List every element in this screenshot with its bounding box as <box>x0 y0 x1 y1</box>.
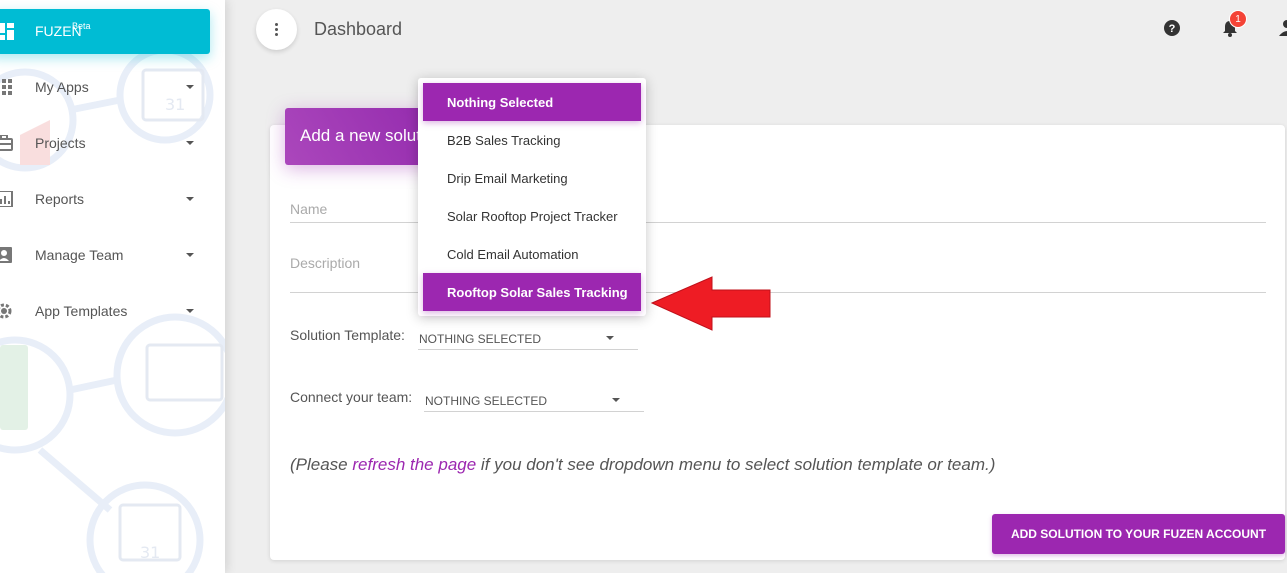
add-solution-button[interactable]: ADD SOLUTION TO YOUR FUZEN ACCOUNT <box>992 514 1285 554</box>
chevron-down-icon <box>186 253 194 257</box>
sidebar-item-label: Projects <box>35 135 86 151</box>
connect-team-label: Connect your team: <box>290 389 413 405</box>
sidebar-item-app-templates[interactable]: App Templates <box>0 291 210 331</box>
chevron-down-icon <box>186 309 194 313</box>
sidebar-item-reports[interactable]: Reports <box>0 179 210 219</box>
sidebar-toggle-button[interactable] <box>256 9 297 50</box>
connect-team-value: NOTHING SELECTED <box>425 394 548 408</box>
sidebar-item-label: Reports <box>35 191 85 207</box>
dropdown-option-label: Solar Rooftop Project Tracker <box>447 209 618 224</box>
dropdown-option-b2b-sales-tracking[interactable]: B2B Sales Tracking <box>423 121 641 159</box>
notification-badge: 1 <box>1229 10 1247 28</box>
sidebar-item-label: App Templates <box>35 303 128 319</box>
dropdown-option-rooftop-solar-sales-tracking[interactable]: Rooftop Solar Sales Tracking <box>423 273 641 311</box>
red-annotation-arrow-icon <box>650 276 771 331</box>
refresh-page-link[interactable]: refresh the page <box>352 455 476 474</box>
dropdown-option-label: Nothing Selected <box>447 95 554 110</box>
dropdown-option-label: B2B Sales Tracking <box>447 133 561 148</box>
solution-template-dropdown: Nothing Selected B2B Sales Tracking Drip… <box>418 78 646 316</box>
chevron-down-icon <box>186 197 194 201</box>
dropdown-option-label: Cold Email Automation <box>447 247 579 262</box>
bar-chart-icon <box>0 191 13 207</box>
dashboard-icon <box>0 23 14 40</box>
solution-template-label: Solution Template: <box>290 327 405 343</box>
sidebar-item-label: Manage Team <box>35 247 124 263</box>
sidebar: 31 31 FUZEN Beta My Apps Projects Report… <box>0 0 225 573</box>
dropdown-option-label: Drip Email Marketing <box>447 171 568 186</box>
dropdown-option-solar-rooftop-project-tracker[interactable]: Solar Rooftop Project Tracker <box>423 197 641 235</box>
solution-template-value: NOTHING SELECTED <box>419 332 542 346</box>
grid-icon <box>2 79 12 95</box>
name-field[interactable]: Name <box>290 201 327 217</box>
briefcase-icon <box>0 135 13 151</box>
gear-icon <box>0 303 12 319</box>
dropdown-option-label: Rooftop Solar Sales Tracking <box>447 285 628 300</box>
refresh-note-prefix: (Please <box>290 455 353 474</box>
page-title: Dashboard <box>314 19 403 39</box>
description-field[interactable]: Description <box>290 255 360 271</box>
dropdown-option-cold-email-automation[interactable]: Cold Email Automation <box>423 235 641 273</box>
refresh-note-suffix: if you don't see dropdown menu to select… <box>476 455 996 474</box>
connect-team-select[interactable]: NOTHING SELECTED <box>424 388 644 412</box>
refresh-note: (Please refresh the page if you don't se… <box>290 455 995 475</box>
more-vertical-dot <box>275 33 278 36</box>
svg-text:31: 31 <box>140 543 160 562</box>
help-icon[interactable]: ? <box>1163 19 1181 37</box>
chevron-down-icon <box>186 85 194 89</box>
sidebar-item-my-apps[interactable]: My Apps <box>0 67 210 107</box>
brand-logo[interactable]: FUZEN Beta <box>0 9 210 54</box>
caret-down-icon <box>606 336 614 340</box>
contact-card-icon <box>0 247 12 263</box>
more-vertical-icon <box>275 23 278 26</box>
sidebar-item-label: My Apps <box>35 79 89 95</box>
sidebar-item-projects[interactable]: Projects <box>0 123 210 163</box>
solution-template-select[interactable]: NOTHING SELECTED <box>418 326 638 350</box>
beta-badge: Beta <box>72 21 91 31</box>
sidebar-item-manage-team[interactable]: Manage Team <box>0 235 210 275</box>
dropdown-option-drip-email-marketing[interactable]: Drip Email Marketing <box>423 159 641 197</box>
dropdown-option-nothing-selected[interactable]: Nothing Selected <box>423 83 641 121</box>
user-icon[interactable] <box>1278 19 1287 37</box>
more-vertical-dot <box>275 28 278 31</box>
svg-text:?: ? <box>1169 23 1176 35</box>
caret-down-icon <box>612 398 620 402</box>
chevron-down-icon <box>186 141 194 145</box>
